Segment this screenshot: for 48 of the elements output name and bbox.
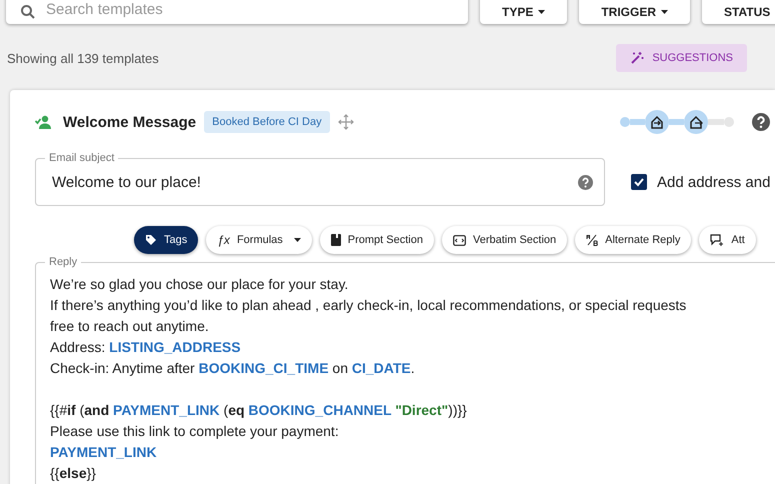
reply-line: If there’s anything you’d like to plan ahead , early check-in, local recommendations, or special requests (50, 297, 686, 313)
email-subject-field[interactable]: Email subject Welcome to our place! (35, 152, 605, 206)
reply-line: Please use this link to complete your payment: (50, 423, 339, 439)
caret-icon (661, 10, 668, 14)
toolbar-chip[interactable]: Verbatim Section (442, 226, 568, 254)
reply-line: We’re so glad you chose our place for your stay. (50, 276, 348, 292)
caret-icon (538, 10, 546, 14)
trigger-badge: Booked Before CI Day (204, 111, 330, 133)
field-label: Reply (45, 256, 82, 268)
subject-input[interactable]: Welcome to our place! (50, 172, 578, 192)
magic-wand-icon (630, 51, 644, 65)
step-connector (708, 119, 724, 125)
template-title: Welcome Message (63, 114, 196, 130)
toolbar-chip[interactable]: Alternate Reply (575, 226, 692, 254)
step-connector (668, 119, 684, 125)
notebook-icon (330, 234, 341, 246)
move-icon[interactable] (338, 114, 354, 130)
reply-line: {{#if (and PAYMENT_LINK (eq BOOKING_CHANNEL "Direct"))}} (50, 402, 467, 418)
search-field[interactable]: Search templates (6, 0, 468, 24)
code-frame-icon (452, 234, 466, 246)
field-label: Email subject (45, 152, 118, 164)
reply-line: free to reach out anytime. (50, 318, 209, 334)
filter-dropdown[interactable]: STATUS (702, 0, 775, 24)
tag-icon (145, 234, 157, 246)
filter-dropdown[interactable]: TYPE (480, 0, 568, 24)
reply-line: Address: LISTING_ADDRESS (50, 339, 241, 355)
checkbox-label: Add address and (657, 174, 770, 190)
check-icon (633, 176, 645, 188)
filter-dropdown[interactable]: TRIGGER (579, 0, 690, 24)
function-icon: ƒx (217, 233, 230, 247)
search-icon (20, 4, 36, 20)
reply-line: PAYMENT_LINK (50, 444, 157, 460)
reply-line: Check-in: Anytime after BOOKING_CI_TIME on CI_DATE. (50, 360, 415, 376)
toolbar-chip[interactable]: Tags (134, 226, 198, 254)
help-icon[interactable] (752, 113, 770, 131)
templates-count: Showing all 139 templates (7, 50, 159, 66)
toolbar-chip[interactable]: Prompt Section (320, 226, 434, 254)
toolbar-chip[interactable]: Att (699, 226, 756, 254)
person-check-icon (35, 115, 53, 129)
step-connector (630, 119, 645, 125)
caret-icon (294, 238, 301, 242)
checkbox[interactable] (631, 174, 647, 190)
suggestions-button[interactable]: SUGGESTIONS (616, 44, 747, 72)
reply-line: {{else}} (50, 465, 96, 481)
help-icon[interactable] (578, 174, 593, 190)
a-slash-b-icon (586, 234, 598, 246)
comment-plus-icon (710, 234, 724, 246)
toolbar-chip[interactable]: ƒx Formulas (206, 226, 312, 254)
